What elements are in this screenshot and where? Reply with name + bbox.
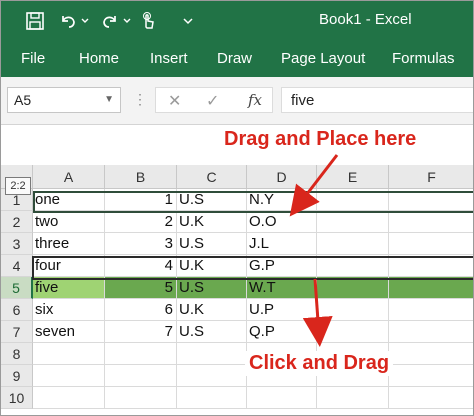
annotation-click-drag: Click and Drag <box>245 351 394 376</box>
undo-dropdown-icon[interactable] <box>79 9 91 33</box>
name-box[interactable]: A5 ▼ <box>7 87 121 113</box>
tab-insert[interactable]: Insert <box>150 50 188 67</box>
redo-icon[interactable] <box>99 9 121 33</box>
formula-input-value: five <box>291 92 315 109</box>
window-title: Book1 - Excel <box>319 11 412 28</box>
annotation-drag-place: Drag and Place here <box>220 127 421 152</box>
touch-mode-icon[interactable] <box>137 9 159 33</box>
tab-file[interactable]: File <box>21 50 45 67</box>
redo-dropdown-icon[interactable] <box>121 9 133 33</box>
worksheet-grid[interactable]: A B C D E F 1 one 1 U.S N.Y 2 two 2 U.K O.O 3 three… <box>1 125 473 415</box>
save-icon[interactable] <box>23 9 47 33</box>
tab-formulas[interactable]: Formulas <box>392 50 455 67</box>
arrow-to-drop-target <box>289 154 339 217</box>
excel-window: Book1 - Excel File Home Insert Draw Page… <box>0 0 474 416</box>
formula-input[interactable]: five <box>281 87 473 113</box>
insert-function-icon[interactable]: fx <box>248 91 262 109</box>
tab-home[interactable]: Home <box>79 50 119 67</box>
arrow-to-selected-row <box>302 278 333 347</box>
name-box-value: A5 <box>14 92 32 108</box>
tab-page-layout[interactable]: Page Layout <box>281 50 365 67</box>
formula-bar-grip-icon: ⋮ <box>133 91 147 107</box>
enter-icon[interactable]: ✓ <box>206 91 219 111</box>
chevron-down-icon[interactable]: ▼ <box>104 94 114 105</box>
annotation-arrows <box>289 154 339 347</box>
undo-icon[interactable] <box>57 9 79 33</box>
formula-bar: A5 ▼ ⋮ ✕ ✓ fx five <box>1 77 473 125</box>
customize-icon[interactable] <box>181 9 195 33</box>
title-bar: Book1 - Excel <box>1 1 473 41</box>
formula-buttons: ✕ ✓ fx <box>155 87 273 113</box>
ribbon-tabs: File Home Insert Draw Page Layout Formul… <box>1 41 473 77</box>
cancel-icon[interactable]: ✕ <box>168 91 181 111</box>
tab-draw[interactable]: Draw <box>217 50 252 67</box>
